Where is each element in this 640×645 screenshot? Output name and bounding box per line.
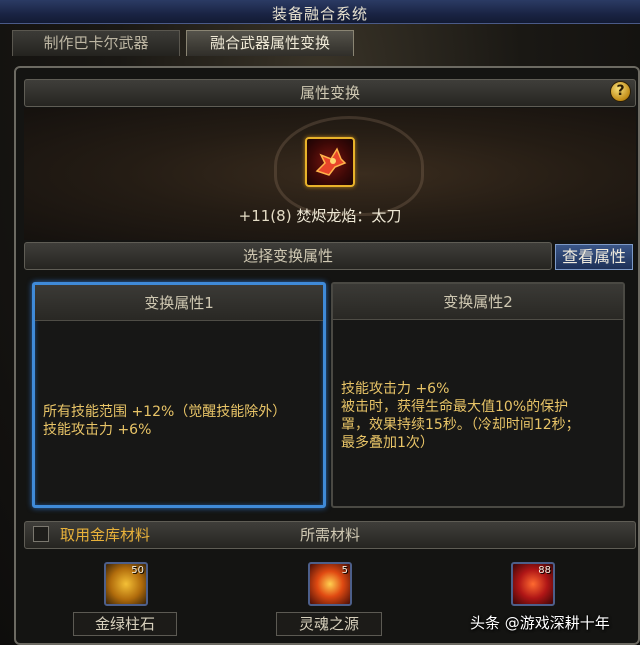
material-count: 88 xyxy=(538,565,551,576)
weapon-slot[interactable] xyxy=(305,137,355,187)
attribute-line: 技能攻击力 +6% xyxy=(43,422,152,438)
attribute-option-1[interactable]: 变换属性1 所有技能范围 +12%（觉醒技能除外） 技能攻击力 +6% xyxy=(32,282,326,508)
tab-fusion-attribute-change[interactable]: 融合武器属性变换 xyxy=(186,30,354,56)
window-title-bar: 装备融合系统 xyxy=(0,0,640,24)
attribute-line: 技能攻击力 +6% xyxy=(341,381,450,397)
weapon-name: 焚烬龙焰：太刀 xyxy=(296,207,402,225)
gem-icon[interactable]: 50 xyxy=(104,562,148,606)
attribute-line: 所有技能范围 +12%（觉醒技能除外） xyxy=(43,404,287,420)
material-label: 灵魂之源 xyxy=(276,612,382,636)
soul-orb-icon[interactable]: 5 xyxy=(308,562,352,606)
weapon-name-line: +11(8) 焚烬龙焰：太刀 xyxy=(0,205,640,226)
attribute-line: 最多叠加1次） xyxy=(341,435,434,451)
question-mark-icon[interactable]: ? xyxy=(610,81,631,102)
attribute-option-title: 变换属性2 xyxy=(333,284,623,320)
attribute-option-text: 所有技能范围 +12%（觉醒技能除外） 技能攻击力 +6% xyxy=(43,403,315,439)
attribute-option-text: 技能攻击力 +6% 被击时，获得生命最大值10%的保护 罩，效果持续15秒。（冷… xyxy=(341,380,615,452)
flame-crystal-icon[interactable]: 88 xyxy=(511,562,555,606)
tab-craft-bakal-weapon[interactable]: 制作巴卡尔武器 xyxy=(12,30,180,56)
dragon-weapon-icon xyxy=(315,147,347,176)
attribute-line: 被击时，获得生命最大值10%的保护 xyxy=(341,399,569,415)
watermark: 头条 @游戏深耕十年 xyxy=(470,614,610,632)
view-attributes-button[interactable]: 查看属性 xyxy=(555,244,633,270)
section-title-attribute-change: 属性变换 xyxy=(24,79,636,107)
material-count: 50 xyxy=(131,565,144,576)
attribute-line: 罩，效果持续15秒。（冷却时间12秒； xyxy=(341,417,580,433)
attribute-option-2[interactable]: 变换属性2 技能攻击力 +6% 被击时，获得生命最大值10%的保护 罩，效果持续… xyxy=(331,282,625,508)
material-count: 5 xyxy=(341,565,348,576)
weapon-enhance-level: +11(8) xyxy=(238,207,292,225)
attribute-option-title: 变换属性1 xyxy=(35,285,323,321)
use-vault-materials-label: 取用金库材料 xyxy=(60,526,151,544)
use-vault-materials-checkbox[interactable] xyxy=(33,526,49,542)
material-label: 金绿柱石 xyxy=(73,612,177,636)
window-title: 装备融合系统 xyxy=(271,5,368,23)
section-title-select-attribute: 选择变换属性 xyxy=(24,242,552,270)
